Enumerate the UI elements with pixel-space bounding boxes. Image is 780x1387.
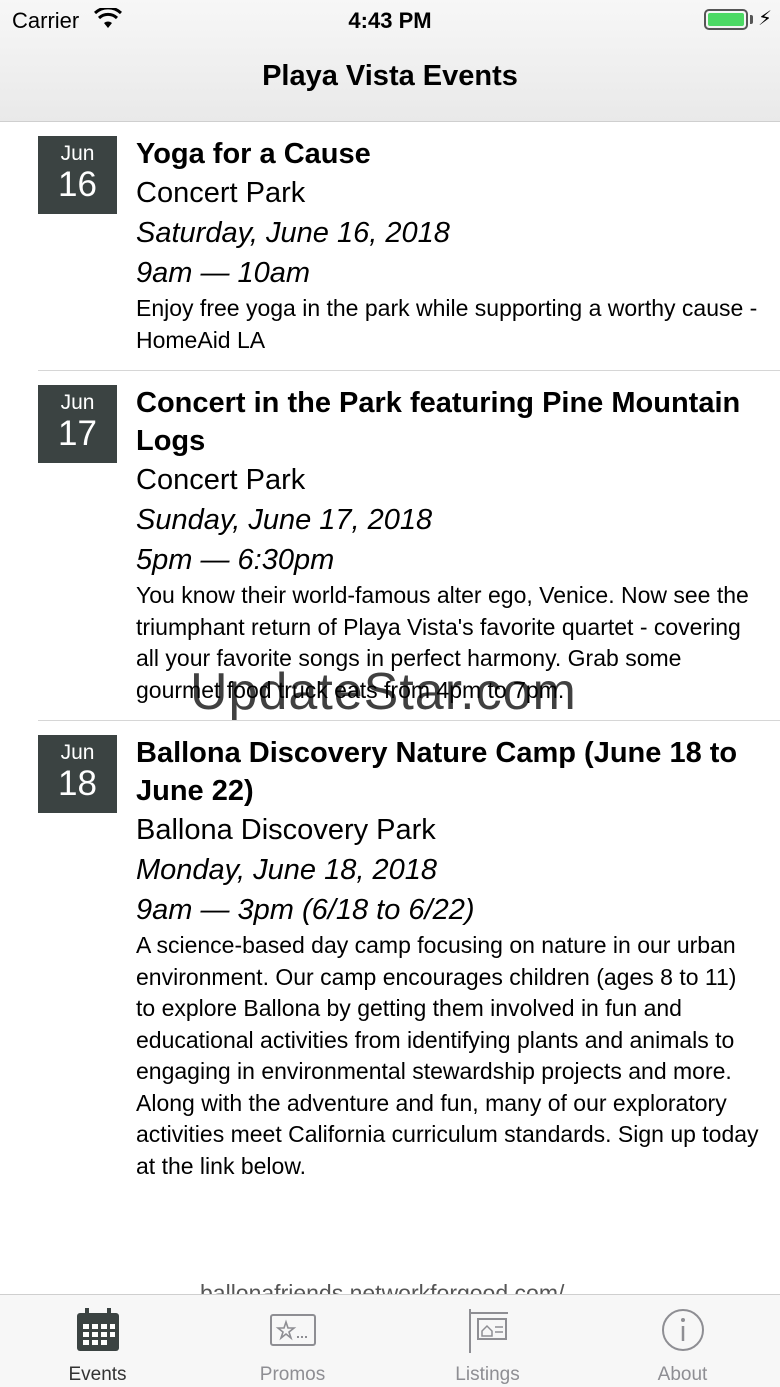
event-date: Monday, June 18, 2018 [136, 854, 437, 886]
date-badge: Jun 17 [38, 385, 117, 463]
date-month: Jun [60, 741, 95, 764]
date-day: 16 [58, 165, 97, 204]
tab-promos[interactable]: Promos [195, 1295, 390, 1387]
event-location: Concert Park [136, 464, 306, 496]
date-month: Jun [60, 391, 95, 414]
event-title: Concert in the Park featuring Pine Mount… [136, 387, 741, 457]
date-day: 17 [58, 414, 97, 453]
tab-bar: Events Promos Listings About [0, 1294, 780, 1387]
date-month: Jun [60, 142, 95, 165]
event-description: A science-based day camp focusing on nat… [136, 932, 759, 1179]
tab-label: Promos [259, 1364, 326, 1385]
status-bar: Carrier 4:43 PM ⚡ [0, 0, 780, 40]
event-item[interactable]: Jun 17 Concert in the Park featuring Pin… [38, 371, 780, 721]
event-location: Ballona Discovery Park [136, 814, 436, 846]
event-item[interactable]: Jun 16 Yoga for a Cause Concert Park Sat… [38, 122, 780, 371]
event-hours: 5pm — 6:30pm [136, 544, 335, 576]
info-icon [661, 1309, 704, 1351]
promo-ticket-icon [269, 1314, 316, 1346]
event-location: Concert Park [136, 177, 306, 209]
battery-level [708, 13, 744, 26]
event-title: Ballona Discovery Nature Camp (June 18 t… [136, 737, 738, 807]
tab-about[interactable]: About [585, 1295, 780, 1387]
event-hours: 9am — 3pm (6/18 to 6/22) [136, 894, 475, 926]
tab-label: About [657, 1364, 708, 1385]
date-badge: Jun 18 [38, 735, 117, 813]
event-date: Sunday, June 17, 2018 [136, 504, 433, 536]
event-hours: 9am — 10am [136, 257, 311, 289]
date-badge: Jun 16 [38, 136, 117, 214]
calendar-icon [76, 1308, 119, 1351]
event-item[interactable]: Jun 18 Ballona Discovery Nature Camp (Ju… [38, 721, 780, 1196]
event-list[interactable]: Jun 16 Yoga for a Cause Concert Park Sat… [0, 122, 780, 1294]
event-date: Saturday, June 16, 2018 [136, 217, 450, 249]
clock-label: 4:43 PM [348, 8, 432, 33]
page-title: Playa Vista Events [262, 60, 518, 92]
event-description: You know their world-famous alter ego, V… [136, 582, 749, 703]
tab-label: Listings [455, 1364, 520, 1385]
battery-icon [704, 9, 748, 30]
event-description: Enjoy free yoga in the park while suppor… [136, 295, 758, 353]
tab-label: Events [68, 1364, 127, 1385]
date-day: 18 [58, 764, 97, 803]
top-bar: Carrier 4:43 PM ⚡ Playa Vista Events [0, 0, 780, 122]
tab-events[interactable]: Events [0, 1295, 195, 1387]
event-title: Yoga for a Cause [136, 138, 371, 170]
listing-sign-icon [468, 1309, 508, 1353]
tab-listings[interactable]: Listings [390, 1295, 585, 1387]
battery-tip [750, 15, 753, 24]
charging-bolt-icon: ⚡ [757, 8, 772, 30]
